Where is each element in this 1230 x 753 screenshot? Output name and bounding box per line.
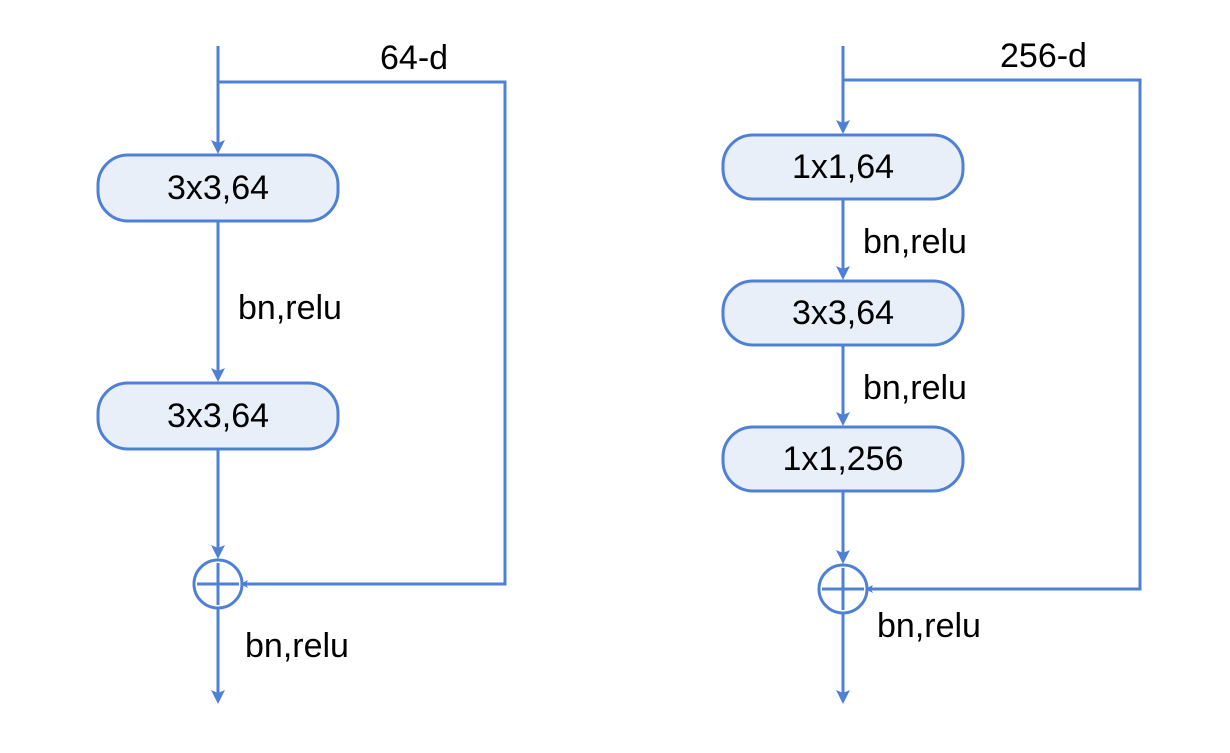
right-top-label: 256-d [1000,37,1087,75]
right-block3-label: 1x1,256 [783,440,904,478]
left-edge1-label: bn,relu [238,289,342,327]
right-add-node [819,565,867,613]
left-top-label: 64-d [380,39,448,77]
left-diagram: 64-d 3x3,64 bn,relu 3x3,64 bn,relu [98,39,505,700]
left-final-label: bn,relu [245,627,349,665]
right-block1-label: 1x1,64 [792,148,894,186]
right-edge1-label: bn,relu [863,223,967,261]
left-block1-label: 3x3,64 [167,169,269,207]
right-block2-label: 3x3,64 [792,294,894,332]
right-diagram: 256-d 1x1,64 bn,relu 3x3,64 bn,relu 1x1,… [723,37,1140,700]
right-edge2-label: bn,relu [863,369,967,407]
right-final-label: bn,relu [877,607,981,645]
left-block2-label: 3x3,64 [167,397,269,435]
left-add-node [194,560,242,608]
